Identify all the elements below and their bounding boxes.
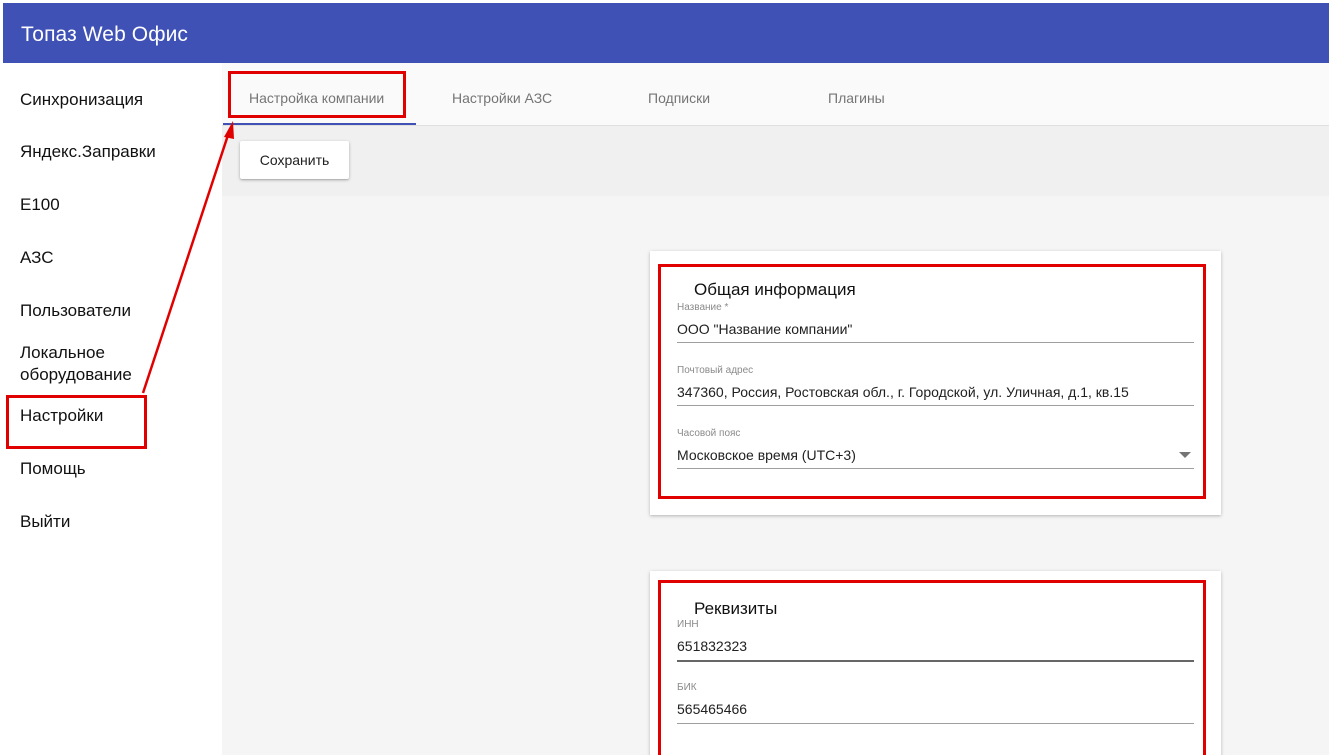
requisites-card: Реквизиты ИНН 651832323 БИК 565465466 xyxy=(650,571,1221,755)
tab-plugins[interactable]: Плагины xyxy=(828,90,885,106)
sidebar-item-yandex[interactable]: Яндекс.Заправки xyxy=(20,141,156,163)
bik-field[interactable]: 565465466 xyxy=(677,701,747,717)
general-info-card: Общая информация Название * ООО "Названи… xyxy=(650,251,1221,515)
app-title: Топаз Web Офис xyxy=(21,23,189,46)
sidebar-item-help[interactable]: Помощь xyxy=(20,458,86,480)
bik-label: БИК xyxy=(677,682,697,693)
main-content: Настройка компании Настройки АЗС Подписк… xyxy=(222,63,1329,755)
sidebar-item-sync[interactable]: Синхронизация xyxy=(20,89,143,111)
postal-address-label: Почтовый адрес xyxy=(677,365,754,376)
app-bar: Топаз Web Офис xyxy=(3,3,1329,63)
toolbar: Сохранить xyxy=(222,126,1329,196)
sidebar-item-e100[interactable]: E100 xyxy=(20,194,60,216)
timezone-label: Часовой пояс xyxy=(677,428,741,439)
sidebar-item-logout[interactable]: Выйти xyxy=(20,511,70,533)
tab-azs-settings[interactable]: Настройки АЗС xyxy=(452,90,552,106)
requisites-title: Реквизиты xyxy=(694,599,778,618)
sidebar: Синхронизация Яндекс.Заправки E100 АЗС П… xyxy=(0,63,222,755)
timezone-select[interactable]: Московское время (UTC+3) xyxy=(677,447,856,463)
chevron-down-icon[interactable] xyxy=(1179,452,1191,458)
company-name-underline xyxy=(677,342,1194,343)
sidebar-item-settings[interactable]: Настройки xyxy=(20,405,103,427)
company-name-field[interactable]: ООО "Название компании" xyxy=(677,321,852,337)
postal-address-field[interactable]: 347360, Россия, Ростовская обл., г. Горо… xyxy=(677,384,1129,400)
sidebar-item-local-equipment[interactable]: Локальное оборудование xyxy=(20,342,170,386)
general-info-title: Общая информация xyxy=(694,280,856,299)
tab-bar: Настройка компании Настройки АЗС Подписк… xyxy=(222,63,1329,126)
tab-company-settings[interactable]: Настройка компании xyxy=(249,90,384,106)
inn-field[interactable]: 651832323 xyxy=(677,638,747,654)
active-tab-indicator xyxy=(223,123,416,125)
sidebar-item-azs[interactable]: АЗС xyxy=(20,247,54,269)
tab-subscriptions[interactable]: Подписки xyxy=(648,90,710,106)
sidebar-item-users[interactable]: Пользователи xyxy=(20,300,131,322)
inn-label: ИНН xyxy=(677,619,699,630)
save-button[interactable]: Сохранить xyxy=(240,141,349,179)
timezone-underline xyxy=(677,468,1194,469)
company-name-label: Название * xyxy=(677,302,729,313)
bik-underline xyxy=(677,723,1194,724)
postal-address-underline xyxy=(677,405,1194,406)
inn-underline xyxy=(677,660,1194,662)
